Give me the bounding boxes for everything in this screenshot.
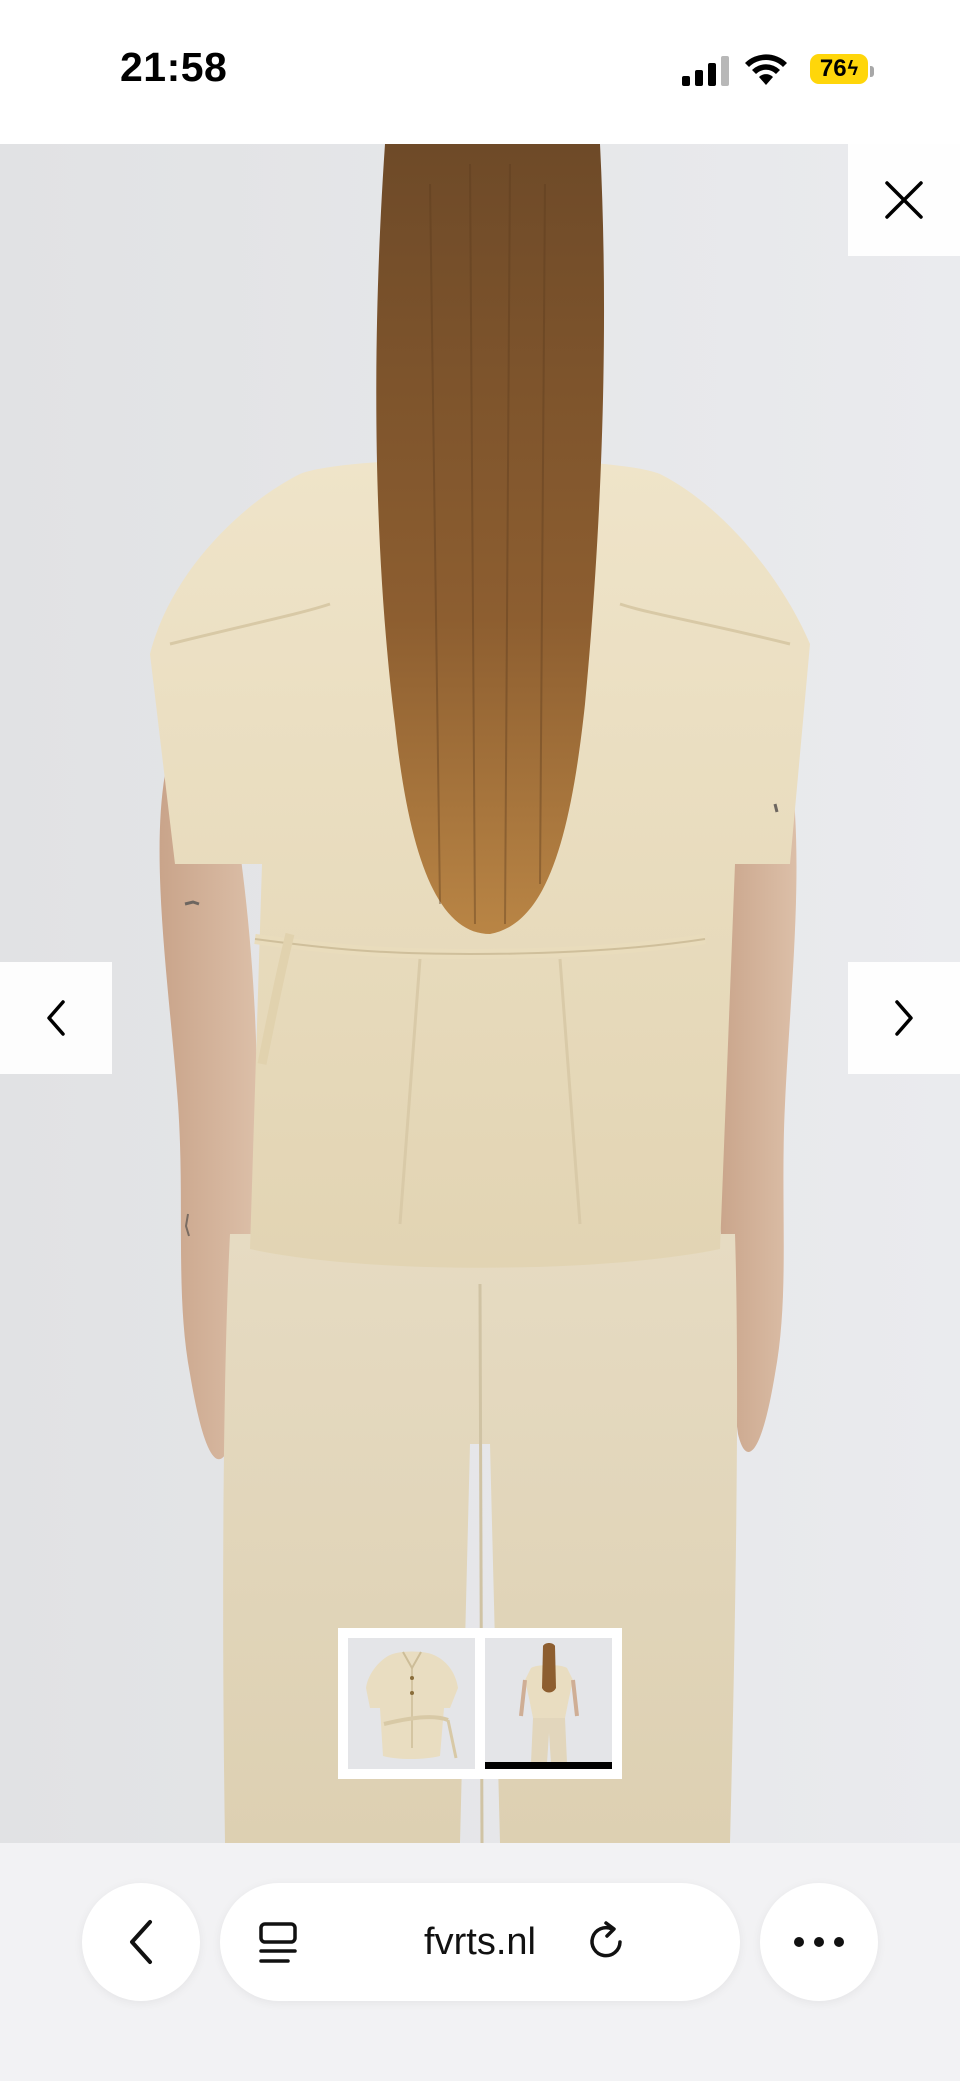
reload-icon[interactable] [586, 1920, 628, 1964]
battery-charging-icon: 76 ϟ [810, 54, 874, 84]
chevron-left-icon [130, 1920, 152, 1964]
next-image-button[interactable] [848, 962, 960, 1074]
close-icon [885, 181, 923, 219]
chevron-left-icon [47, 1000, 65, 1036]
status-bar: 21:58 76 ϟ [0, 0, 960, 144]
url-text[interactable]: fvrts.nl [220, 1921, 740, 1964]
product-photo [0, 144, 960, 1843]
more-button[interactable] [760, 1883, 878, 2001]
thumbnail-image [348, 1638, 475, 1769]
status-time: 21:58 [120, 44, 228, 90]
image-viewer[interactable] [0, 144, 960, 1843]
chevron-right-icon [895, 1000, 913, 1036]
thumbnail-strip [338, 1628, 622, 1779]
address-bar[interactable]: fvrts.nl [220, 1883, 740, 2001]
thumbnail-1[interactable] [348, 1638, 475, 1769]
wifi-icon [745, 54, 787, 85]
signal-icon [682, 56, 729, 86]
thumbnail-image [485, 1638, 612, 1769]
back-button[interactable] [82, 1883, 200, 2001]
close-button[interactable] [848, 144, 960, 256]
battery-level: 76 [819, 55, 847, 82]
browser-toolbar: fvrts.nl [0, 1843, 960, 2081]
active-thumbnail-indicator [485, 1762, 612, 1769]
previous-image-button[interactable] [0, 962, 112, 1074]
more-icon [794, 1937, 844, 1947]
thumbnail-2[interactable] [485, 1638, 612, 1769]
